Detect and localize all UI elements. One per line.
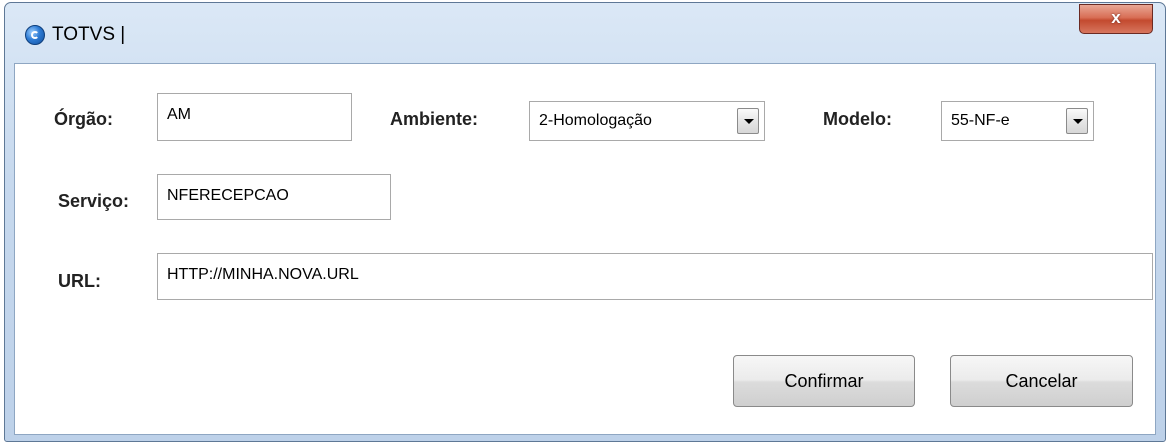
servico-field[interactable]: NFERECEPCAO — [157, 174, 391, 220]
window-title: TOTVS | — [52, 24, 126, 45]
orgao-label: Órgão: — [54, 109, 114, 129]
modelo-label: Modelo: — [823, 109, 892, 129]
ambiente-label: Ambiente: — [390, 109, 479, 129]
totvs-logo-icon — [25, 25, 45, 45]
servico-value: NFERECEPCAO — [167, 187, 289, 204]
servico-label: Serviço: — [58, 191, 130, 211]
chevron-down-icon[interactable] — [1066, 108, 1088, 134]
dialog-window: TOTVS | x Órgão: AM Ambiente: 2-Homologa… — [4, 2, 1166, 442]
dialog-body: Órgão: AM Ambiente: 2-Homologação Modelo… — [14, 63, 1156, 435]
orgao-field[interactable]: AM — [157, 93, 352, 141]
cancel-button[interactable]: Cancelar — [950, 355, 1133, 407]
orgao-value: AM — [167, 106, 191, 123]
url-field[interactable]: HTTP://MINHA.NOVA.URL — [157, 253, 1153, 300]
modelo-selected: 55-NF-e — [951, 112, 1010, 129]
confirm-button[interactable]: Confirmar — [733, 355, 915, 407]
ambiente-select[interactable]: 2-Homologação — [529, 101, 765, 141]
close-button[interactable]: x — [1079, 4, 1153, 34]
close-icon: x — [1111, 8, 1121, 27]
ambiente-selected: 2-Homologação — [539, 112, 652, 129]
chevron-down-icon[interactable] — [737, 108, 759, 134]
url-label: URL: — [58, 271, 101, 291]
url-value: HTTP://MINHA.NOVA.URL — [167, 266, 359, 283]
modelo-select[interactable]: 55-NF-e — [941, 101, 1094, 141]
title-bar[interactable]: TOTVS | x — [5, 3, 1165, 63]
